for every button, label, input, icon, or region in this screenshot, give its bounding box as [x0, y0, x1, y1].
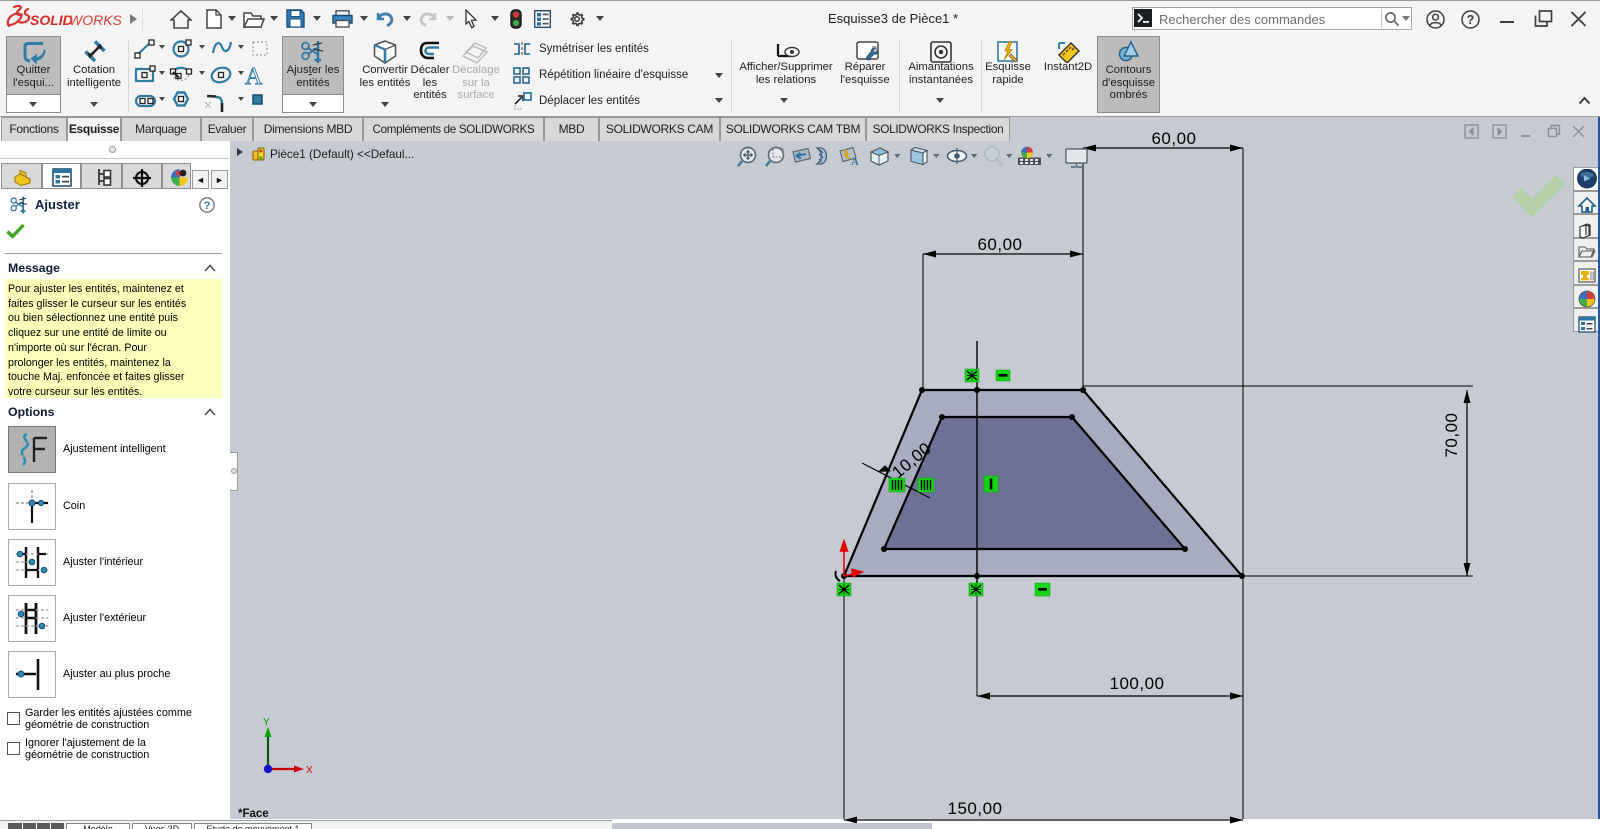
- svg-text:150,00: 150,00: [948, 799, 1003, 818]
- svg-text:X: X: [306, 765, 313, 776]
- svg-text:100,00: 100,00: [1110, 674, 1165, 693]
- svg-text:WORKS: WORKS: [69, 12, 123, 28]
- svg-text:?: ?: [204, 200, 211, 212]
- svg-text:60,00: 60,00: [977, 235, 1022, 254]
- svg-text:A: A: [851, 156, 859, 168]
- svg-text:Y: Y: [263, 717, 270, 728]
- svg-text:?: ?: [1467, 13, 1475, 27]
- svg-text:SOLID: SOLID: [30, 12, 73, 28]
- svg-text:70,00: 70,00: [1442, 412, 1461, 457]
- svg-text:A: A: [245, 64, 263, 90]
